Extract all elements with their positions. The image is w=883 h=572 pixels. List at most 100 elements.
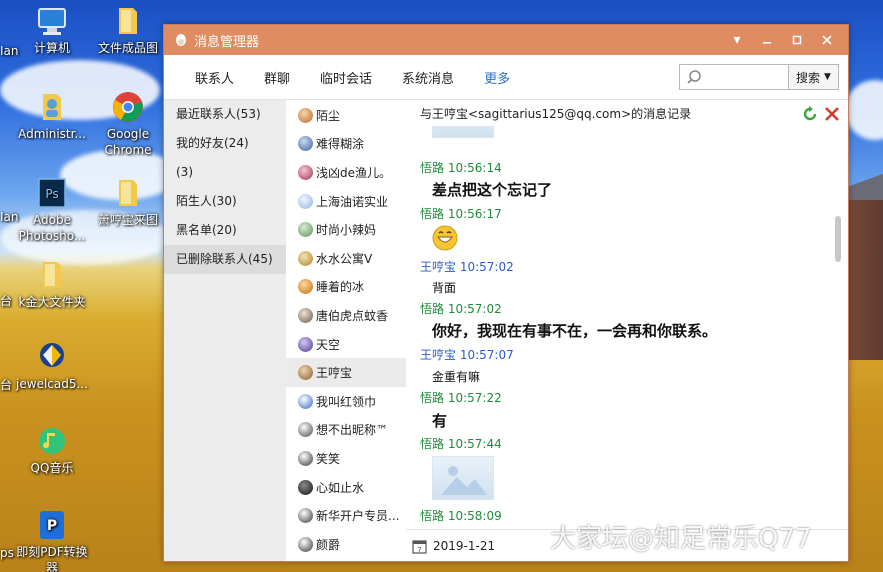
desktop-icon-label: Administr...	[18, 127, 86, 141]
tab-more[interactable]: 更多	[484, 68, 510, 87]
desktop-icon-chrome[interactable]: Google Chrome	[88, 90, 168, 158]
list-item[interactable]: 笑笑	[286, 444, 406, 473]
nav-bar: 联系人 群聊 临时会话 系统消息 更多 搜索 ▼	[164, 55, 848, 100]
image-placeholder[interactable]	[432, 456, 494, 500]
group-item-blacklist[interactable]: 黑名单(20)	[164, 216, 286, 245]
contact-name: 我叫红领巾	[316, 394, 377, 409]
list-item[interactable]: 新华开户专员...	[286, 501, 406, 530]
desktop-icon-label: jewelcad5...	[16, 377, 88, 391]
avatar	[298, 107, 313, 123]
list-item[interactable]: 天空	[286, 330, 406, 359]
group-item-strangers[interactable]: 陌生人(30)	[164, 187, 286, 216]
window-title: 消息管理器	[194, 34, 260, 50]
refresh-icon[interactable]	[802, 106, 818, 122]
minimize-button[interactable]	[752, 25, 782, 55]
desktop-icon-label: 萧哼宝来图	[97, 213, 158, 227]
tab-temp-session[interactable]: 临时会话	[320, 68, 372, 87]
maximize-button[interactable]	[782, 25, 812, 55]
window-titlebar[interactable]: 消息管理器 ▾	[164, 25, 848, 55]
contact-list: 陌尘 难得糊涂 浅凶de渔儿。 上海油诺实业 时尚小辣妈 水水公寓V 睡着的冰 …	[286, 100, 406, 561]
user-folder-icon	[43, 94, 61, 120]
tab-contacts[interactable]: 联系人	[195, 68, 234, 87]
desktop-icon-folder-2[interactable]: 萧哼宝来图	[88, 176, 168, 228]
contact-name: 上海油诺实业	[316, 194, 389, 209]
desktop-label-fragment: ps	[0, 546, 14, 560]
desktop-icon-folder-3[interactable]: k金大文件夹	[12, 258, 92, 310]
message-header: 悟路 10:56:14	[420, 161, 502, 175]
desktop-icon-folder[interactable]: 文件成品图	[88, 4, 168, 56]
grin-emoji-icon	[432, 225, 458, 251]
desktop-icon-label: Google Chrome	[104, 127, 152, 157]
contact-name: 颜爵	[316, 537, 341, 552]
list-item-selected[interactable]: 王哼宝	[286, 358, 406, 387]
avatar	[298, 393, 313, 409]
list-item[interactable]: 想不出昵称™	[286, 416, 406, 445]
contact-name: 难得糊涂	[316, 137, 365, 152]
group-item-friends[interactable]: 我的好友(24)	[164, 129, 286, 158]
delete-icon[interactable]	[824, 106, 840, 122]
qq-music-icon	[39, 428, 65, 454]
message-header: 悟路 10:57:44	[420, 437, 502, 451]
avatar	[298, 508, 313, 524]
list-item[interactable]: 水水公寓V	[286, 244, 406, 273]
message-history-title: 与王哼宝<sagittarius125@qq.com>的消息记录	[420, 106, 692, 121]
message-history-header: 与王哼宝<sagittarius125@qq.com>的消息记录	[406, 100, 848, 126]
calendar-icon[interactable]: 7	[412, 539, 427, 554]
contact-name: 想不出昵称™	[316, 423, 389, 438]
photoshop-icon: Ps	[38, 178, 66, 208]
avatar	[298, 536, 313, 552]
list-item[interactable]: 难得糊涂	[286, 130, 406, 159]
tab-system-messages[interactable]: 系统消息	[402, 68, 454, 87]
list-item[interactable]: 浅凶de渔儿。	[286, 158, 406, 187]
qq-penguin-icon	[176, 34, 186, 46]
message-text: 背面	[432, 281, 457, 295]
avatar	[298, 193, 313, 209]
cloud	[845, 80, 883, 140]
group-item-unnamed[interactable]: (3)	[164, 158, 286, 187]
search-button[interactable]: 搜索 ▼	[788, 65, 838, 89]
desktop-icon-qqmusic[interactable]: QQ音乐	[12, 424, 92, 476]
list-item[interactable]: 上海油诺实业	[286, 187, 406, 216]
desktop-icon-label: QQ音乐	[30, 461, 74, 475]
list-item[interactable]: 陌尘	[286, 101, 406, 130]
group-item-recent[interactable]: 最近联系人(53)	[164, 100, 286, 129]
list-item[interactable]: 颜爵	[286, 530, 406, 559]
image-icon	[441, 466, 487, 495]
menu-dropdown-button[interactable]: ▾	[722, 25, 752, 55]
contact-name: 时尚小辣妈	[316, 223, 377, 238]
message-header: 悟路 10:58:09	[420, 509, 502, 523]
avatar	[298, 222, 313, 238]
desktop-label-fragment: Ian	[0, 44, 19, 58]
desktop-icon-label: 文件成品图	[97, 41, 158, 55]
contact-name: 浅凶de渔儿。	[316, 165, 392, 180]
maximize-icon	[792, 35, 802, 45]
message-text: 金重有嘛	[432, 370, 481, 384]
tab-group-chat[interactable]: 群聊	[264, 68, 290, 87]
group-item-deleted[interactable]: 已删除联系人(45)	[164, 245, 286, 274]
desktop-label-fragment: Ian	[0, 210, 19, 224]
avatar	[298, 450, 313, 466]
list-item[interactable]: 我叫红领巾	[286, 387, 406, 416]
desktop-icon-photoshop[interactable]: Ps Adobe Photosho...	[12, 176, 92, 244]
contact-name: 睡着的冰	[316, 280, 365, 295]
message-text: 差点把这个忘记了	[432, 181, 553, 199]
close-button[interactable]	[812, 25, 842, 55]
desktop-icon-label: Adobe Photosho...	[18, 213, 86, 243]
list-item[interactable]: 睡着的冰	[286, 273, 406, 302]
list-item[interactable]: 心如止水	[286, 473, 406, 502]
list-item[interactable]: 唐伯虎点蚊香	[286, 301, 406, 330]
desktop-icon-administrator[interactable]: Administr...	[12, 90, 92, 142]
image-placeholder[interactable]	[432, 126, 494, 138]
desktop-icon-computer[interactable]: 计算机	[12, 4, 92, 56]
date-field[interactable]: 2019-1-21	[433, 539, 495, 553]
folder-icon	[119, 8, 137, 34]
list-item[interactable]: 时尚小辣妈	[286, 215, 406, 244]
desktop-icon-jewelcad[interactable]: jewelcad5...	[12, 340, 92, 392]
svg-text:Ps: Ps	[45, 187, 58, 201]
message-list-scrollbar[interactable]	[835, 216, 841, 262]
message-history-panel: 与王哼宝<sagittarius125@qq.com>的消息记录 悟路 10:5…	[406, 100, 848, 561]
contact-name: 笑笑	[316, 451, 341, 466]
desktop-icon-pdf-converter[interactable]: P 即刻PDF转换器	[12, 508, 92, 572]
desktop-label-fragment: 台	[0, 294, 13, 308]
message-list: 悟路 10:56:14 差点把这个忘记了 悟路 10:56:17 王哼宝 10:…	[406, 126, 848, 529]
